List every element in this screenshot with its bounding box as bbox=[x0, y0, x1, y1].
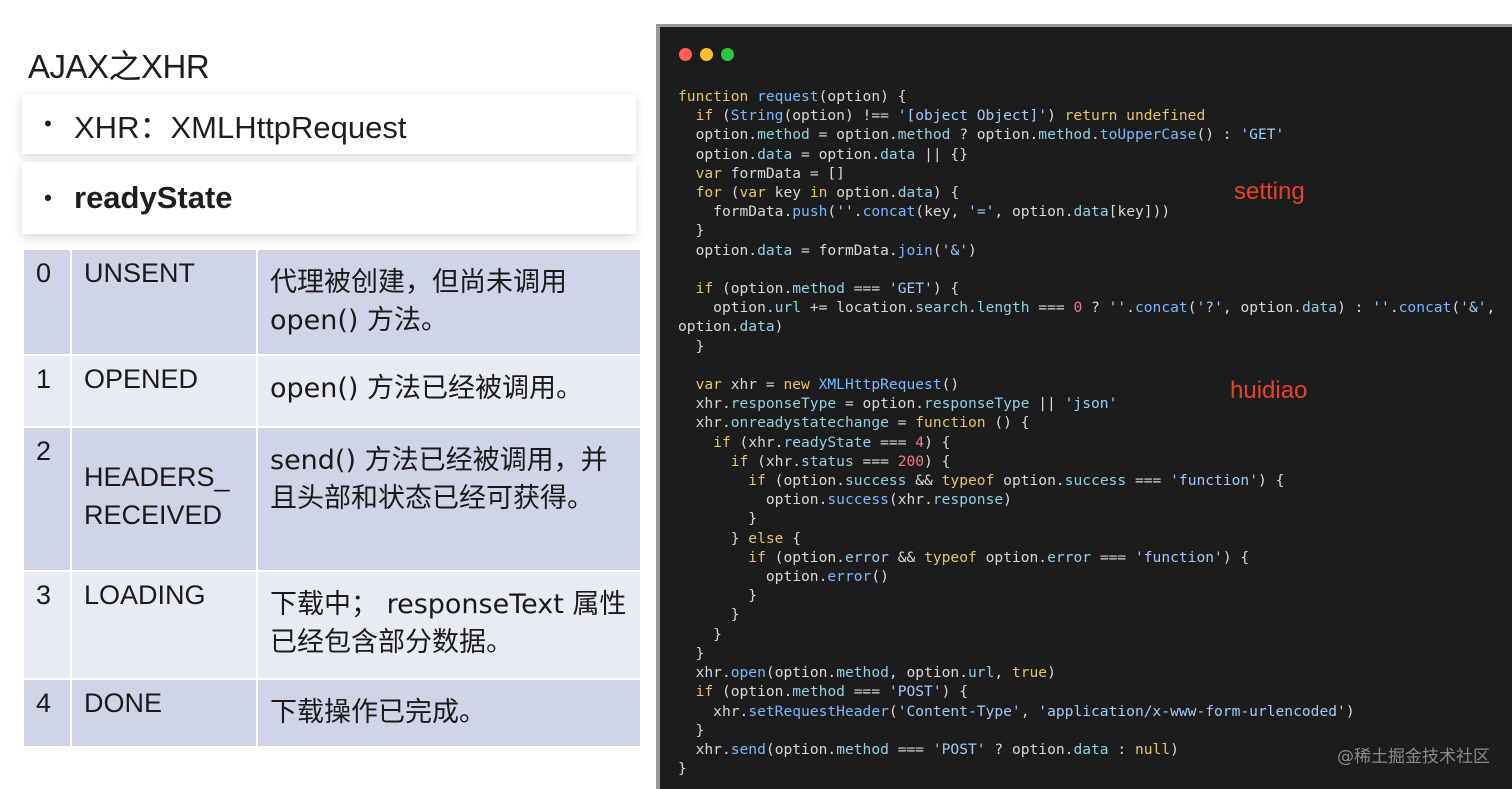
state-description: send() 方法已经被调用，并且头部和状态已经可获得。 bbox=[256, 426, 642, 572]
state-number: 4 bbox=[22, 678, 72, 748]
state-name: OPENED bbox=[70, 354, 258, 428]
close-window-icon[interactable] bbox=[679, 48, 692, 61]
state-number: 2 bbox=[22, 426, 72, 572]
code-line: } bbox=[678, 222, 705, 240]
code-line: xhr.responseType = option.responseType |… bbox=[695, 395, 1118, 413]
bullet-text: readyState bbox=[74, 180, 233, 215]
code-line: if (option.method === 'GET') { bbox=[695, 280, 960, 298]
bullet-item-readystate: • readyState bbox=[22, 162, 636, 234]
code-line: formData.push(''.concat(key, '=', option… bbox=[713, 203, 1171, 221]
annotation-setting: setting bbox=[1234, 178, 1305, 205]
code-block: function request(option) { if (String(op… bbox=[678, 87, 1495, 778]
code-line: } bbox=[678, 625, 722, 643]
code-line: } bbox=[678, 337, 705, 355]
code-line: } bbox=[678, 510, 758, 528]
state-description: open() 方法已经被调用。 bbox=[256, 354, 642, 428]
code-line: option.data = option.data || {} bbox=[695, 145, 968, 163]
table-row: 4 DONE 下载操作已完成。 bbox=[22, 678, 642, 748]
state-name: UNSENT bbox=[70, 248, 258, 356]
code-line: } bbox=[678, 760, 687, 778]
table-row: 1 OPENED open() 方法已经被调用。 bbox=[22, 354, 642, 428]
annotation-callback: huidiao bbox=[1230, 377, 1308, 404]
code-line: if (xhr.status === 200) { bbox=[730, 452, 951, 470]
state-number: 3 bbox=[22, 570, 72, 680]
code-line: option.data = formData.join('&') bbox=[695, 241, 977, 259]
code-line: option.method = option.method ? option.m… bbox=[695, 126, 1285, 144]
code-line: } bbox=[678, 644, 705, 662]
code-line: var formData = [] bbox=[695, 164, 845, 182]
code-line: } bbox=[678, 606, 740, 624]
code-line: } bbox=[678, 587, 758, 605]
slide-title: AJAX之XHR bbox=[28, 48, 210, 85]
code-line: if (xhr.readyState === 4) { bbox=[713, 433, 951, 451]
code-line: if (option.error && typeof option.error … bbox=[748, 548, 1250, 566]
bullet-text: XHR：XMLHttpRequest bbox=[74, 109, 407, 145]
table-row: 2 HEADERS_ RECEIVED send() 方法已经被调用，并且头部和… bbox=[22, 426, 642, 572]
code-line: function request(option) { bbox=[678, 88, 907, 105]
watermark: @稀土掘金技术社区 bbox=[1337, 747, 1490, 767]
state-description: 代理被创建，但尚未调用 open() 方法。 bbox=[256, 248, 642, 356]
code-line: xhr.send(option.method === 'POST' ? opti… bbox=[695, 740, 1179, 758]
code-line: if (String(option) !== '[object Object]'… bbox=[695, 107, 1206, 125]
bullet-dot: • bbox=[44, 185, 52, 210]
ready-state-table: 0 UNSENT 代理被创建，但尚未调用 open() 方法。 1 OPENED… bbox=[22, 248, 642, 748]
code-line: for (var key in option.data) { bbox=[695, 184, 960, 202]
code-line: option.error() bbox=[765, 568, 889, 586]
state-description: 下载操作已完成。 bbox=[256, 678, 642, 748]
code-line: option.success(xhr.response) bbox=[765, 491, 1012, 509]
state-name: HEADERS_ RECEIVED bbox=[70, 426, 258, 572]
state-name: DONE bbox=[70, 678, 258, 748]
code-line: } else { bbox=[678, 529, 802, 547]
code-line: option.data) bbox=[678, 318, 784, 336]
state-number: 1 bbox=[22, 354, 72, 428]
code-line: xhr.onreadystatechange = function () { bbox=[695, 414, 1030, 432]
code-line: if (option.method === 'POST') { bbox=[695, 683, 968, 701]
table-row: 3 LOADING 下载中； responseText 属性已经包含部分数据。 bbox=[22, 570, 642, 680]
state-description: 下载中； responseText 属性已经包含部分数据。 bbox=[256, 570, 642, 680]
code-line: } bbox=[678, 721, 705, 739]
table-row: 0 UNSENT 代理被创建，但尚未调用 open() 方法。 bbox=[22, 248, 642, 356]
code-line: xhr.open(option.method, option.url, true… bbox=[695, 664, 1056, 682]
state-name: LOADING bbox=[70, 570, 258, 680]
bullet-item-xhr: • XHR：XMLHttpRequest bbox=[22, 94, 636, 154]
minimize-window-icon[interactable] bbox=[700, 48, 713, 61]
code-line: xhr.setRequestHeader('Content-Type', 'ap… bbox=[713, 702, 1355, 720]
bullet-dot: • bbox=[44, 111, 52, 136]
code-line: var xhr = new XMLHttpRequest() bbox=[695, 376, 960, 394]
maximize-window-icon[interactable] bbox=[721, 48, 734, 61]
state-number: 0 bbox=[22, 248, 72, 356]
code-line: if (option.success && typeof option.succ… bbox=[748, 472, 1285, 490]
code-line: option.url += location.search.length ===… bbox=[713, 299, 1496, 317]
code-editor-window: function request(option) { if (String(op… bbox=[656, 24, 1512, 789]
